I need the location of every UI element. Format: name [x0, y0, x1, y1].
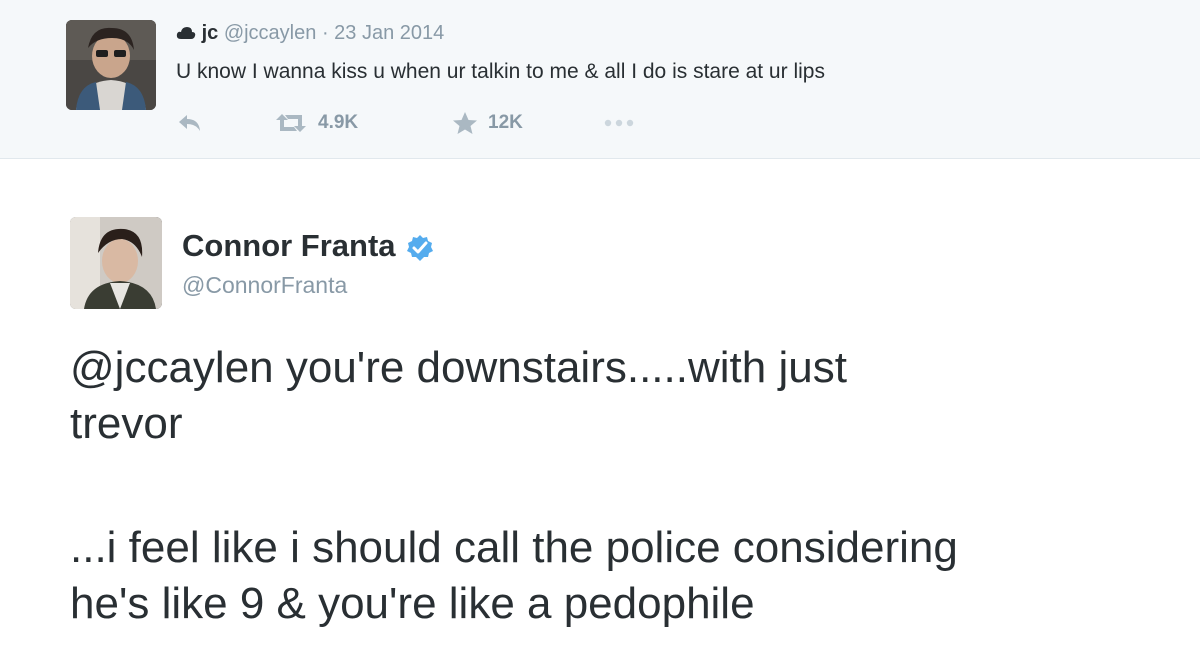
retweet-button[interactable]: 4.9K [274, 108, 358, 138]
author-name[interactable]: Connor Franta [182, 226, 396, 266]
meta-separator: · [321, 22, 329, 44]
verified-badge-icon [406, 232, 434, 261]
quoted-author-name[interactable]: jc [202, 22, 219, 44]
quoted-tweet-header: jc @jccaylen · 23 Jan 2014 [176, 20, 444, 46]
reply-icon [176, 112, 204, 134]
retweet-count: 4.9K [318, 112, 359, 133]
tweet-text: @jccaylen you're downstairs.....with jus… [70, 340, 1180, 632]
cloud-icon [176, 22, 202, 44]
author-handle[interactable]: @ConnorFranta [182, 270, 347, 300]
avatar[interactable] [66, 20, 156, 110]
star-icon [452, 111, 478, 135]
tweet-text-line: @jccaylen you're downstairs.....with jus… [70, 343, 847, 392]
avatar[interactable] [70, 217, 162, 309]
quoted-tweet[interactable]: jc @jccaylen · 23 Jan 2014 U know I wann… [0, 0, 1200, 159]
quoted-tweet-text: U know I wanna kiss u when ur talkin to … [176, 60, 825, 83]
avatar-photo [70, 217, 162, 309]
retweet-icon [274, 112, 308, 134]
more-button[interactable] [604, 108, 634, 138]
author-name-row: Connor Franta [182, 226, 434, 266]
quoted-author-handle[interactable]: @jccaylen [224, 22, 317, 44]
tweet-text-line: trevor [70, 399, 183, 448]
reply-button[interactable] [176, 108, 204, 138]
favorite-count: 12K [488, 112, 523, 133]
favorite-button[interactable]: 12K [452, 108, 523, 138]
avatar-photo [66, 20, 156, 110]
quoted-tweet-date[interactable]: 23 Jan 2014 [334, 22, 444, 44]
more-icon [604, 118, 634, 128]
tweet-text-line: he's like 9 & you're like a pedophile [70, 579, 755, 628]
tweet-text-line: ...i feel like i should call the police … [70, 523, 958, 572]
